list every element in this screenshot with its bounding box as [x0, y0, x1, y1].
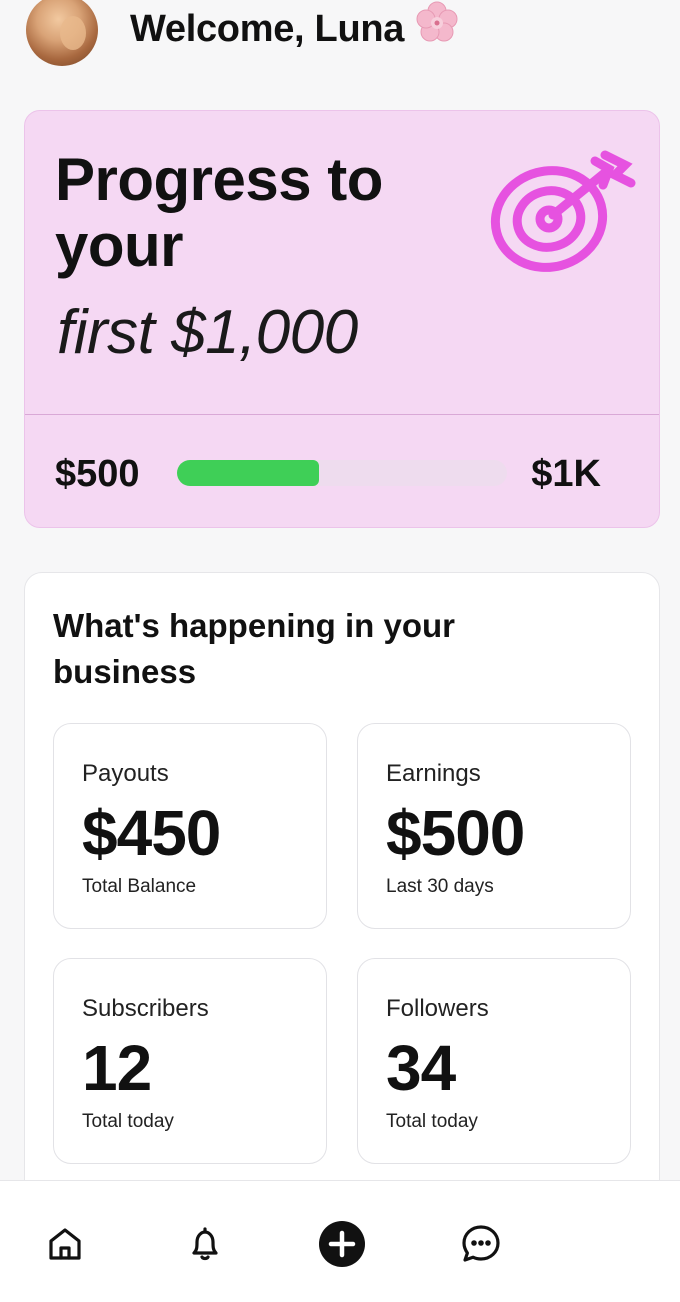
home-icon[interactable]	[40, 1219, 90, 1269]
progress-bar	[177, 460, 507, 486]
stat-label: Payouts	[82, 760, 169, 787]
stat-sub: Total Balance	[82, 876, 197, 897]
payouts-card[interactable]: Payouts $450 Total Balance	[53, 723, 327, 929]
followers-card[interactable]: Followers 34 Total today	[357, 958, 631, 1164]
progress-title: Progress to your	[55, 146, 383, 279]
business-card: What's happening in your business Payout…	[24, 572, 660, 1212]
stat-sub: Total today	[386, 1111, 478, 1132]
header: Welcome, Luna	[0, 0, 680, 70]
stat-sub: Total today	[82, 1111, 174, 1132]
progress-bar-fill	[177, 460, 319, 486]
progress-goal: first $1,000	[57, 298, 358, 367]
stat-label: Followers	[386, 995, 489, 1022]
welcome-text: Welcome, Luna	[130, 8, 405, 51]
chat-icon[interactable]	[456, 1219, 506, 1269]
stat-value: 12	[82, 1032, 152, 1104]
stat-value: $500	[386, 797, 525, 869]
welcome-heading: Welcome, Luna	[130, 1, 460, 56]
progress-end-label: $1K	[531, 453, 601, 495]
progress-start-label: $500	[55, 453, 140, 495]
earnings-card[interactable]: Earnings $500 Last 30 days	[357, 723, 631, 929]
target-icon	[487, 147, 637, 282]
bottom-nav	[0, 1180, 680, 1302]
bell-icon[interactable]	[180, 1219, 230, 1269]
plus-circle-icon[interactable]	[317, 1219, 367, 1269]
stat-value: 34	[386, 1032, 456, 1104]
avatar[interactable]	[26, 0, 98, 66]
stat-value: $450	[82, 797, 221, 869]
stat-sub: Last 30 days	[386, 876, 494, 897]
cherry-blossom-icon	[414, 0, 460, 56]
progress-card[interactable]: Progress to your first $1,000 $500 $1K	[24, 110, 660, 528]
business-title: What's happening in your business	[53, 607, 456, 690]
stat-label: Subscribers	[82, 995, 209, 1022]
subscribers-card[interactable]: Subscribers 12 Total today	[53, 958, 327, 1164]
progress-divider	[25, 414, 659, 415]
stat-label: Earnings	[386, 760, 481, 787]
